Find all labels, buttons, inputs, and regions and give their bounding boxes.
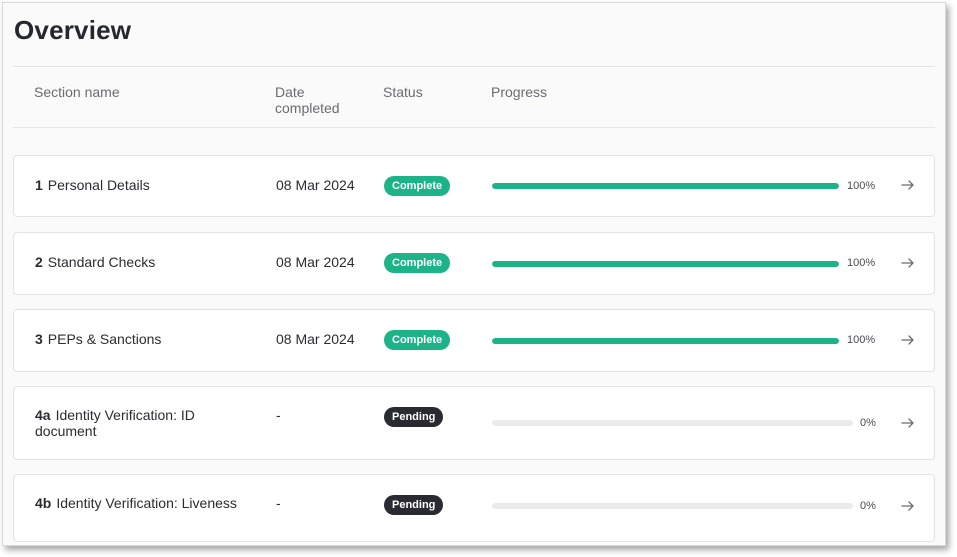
overview-panel: Overview Section name Date completed Sta… bbox=[2, 2, 946, 546]
progress-bar bbox=[492, 338, 839, 344]
status-badge: Pending bbox=[384, 407, 444, 427]
progress-percentage: 100% bbox=[847, 180, 876, 192]
section-label: Identity Verification: Liveness bbox=[56, 495, 237, 511]
progress-bar bbox=[492, 420, 853, 426]
section-row-1[interactable]: 1 Personal Details 08 Mar 2024 Complete 1… bbox=[13, 155, 935, 217]
status-badge: Pending bbox=[384, 495, 444, 515]
status-badge: Complete bbox=[384, 330, 451, 350]
section-name: 4a Identity Verification: ID document bbox=[35, 407, 245, 439]
column-header-status: Status bbox=[383, 84, 423, 100]
page-title: Overview bbox=[14, 15, 132, 45]
column-header-date-completed: Date completed bbox=[275, 84, 340, 116]
column-header-section-name: Section name bbox=[34, 84, 120, 100]
section-row-3[interactable]: 3 PEPs & Sanctions 08 Mar 2024 Complete 1… bbox=[13, 309, 935, 372]
section-row-4b[interactable]: 4b Identity Verification: Liveness - Pend… bbox=[13, 474, 935, 542]
arrow-right-icon[interactable] bbox=[900, 415, 916, 431]
section-row-4a[interactable]: 4a Identity Verification: ID document - P… bbox=[13, 386, 935, 460]
section-label: Personal Details bbox=[47, 177, 150, 193]
section-number: 4b bbox=[35, 495, 52, 511]
date-completed: 08 Mar 2024 bbox=[276, 177, 355, 193]
date-completed: 08 Mar 2024 bbox=[276, 254, 355, 270]
progress-percentage: 100% bbox=[847, 257, 876, 269]
section-label: Identity Verification: ID document bbox=[35, 407, 195, 439]
date-completed: - bbox=[276, 407, 281, 423]
section-label: Standard Checks bbox=[47, 254, 156, 270]
arrow-right-icon[interactable] bbox=[900, 332, 916, 348]
progress-bar bbox=[492, 183, 839, 189]
section-row-2[interactable]: 2 Standard Checks 08 Mar 2024 Complete 10… bbox=[13, 232, 935, 295]
section-number: 3 bbox=[35, 331, 43, 347]
table-header: Section name Date completed Status Progr… bbox=[13, 66, 935, 128]
section-name: 2 Standard Checks bbox=[35, 254, 255, 270]
section-name: 3 PEPs & Sanctions bbox=[35, 331, 255, 347]
progress-bar-fill bbox=[492, 183, 839, 189]
date-completed: - bbox=[276, 495, 281, 511]
status-badge: Complete bbox=[384, 176, 451, 196]
section-label: PEPs & Sanctions bbox=[47, 331, 162, 347]
progress-bar-fill bbox=[492, 338, 839, 344]
progress-percentage: 0% bbox=[860, 417, 876, 429]
section-name: 4b Identity Verification: Liveness bbox=[35, 495, 255, 511]
progress-percentage: 100% bbox=[847, 334, 876, 346]
arrow-right-icon[interactable] bbox=[900, 177, 916, 193]
status-badge: Complete bbox=[384, 253, 451, 273]
section-number: 1 bbox=[35, 177, 43, 193]
column-header-progress: Progress bbox=[491, 84, 548, 100]
section-number: 4a bbox=[35, 407, 51, 423]
progress-percentage: 0% bbox=[860, 500, 876, 512]
progress-bar bbox=[492, 503, 853, 509]
section-number: 2 bbox=[35, 254, 43, 270]
date-completed: 08 Mar 2024 bbox=[276, 331, 355, 347]
section-name: 1 Personal Details bbox=[35, 177, 255, 193]
progress-bar-fill bbox=[492, 261, 839, 267]
progress-bar bbox=[492, 261, 839, 267]
arrow-right-icon[interactable] bbox=[900, 498, 916, 514]
arrow-right-icon[interactable] bbox=[900, 255, 916, 271]
